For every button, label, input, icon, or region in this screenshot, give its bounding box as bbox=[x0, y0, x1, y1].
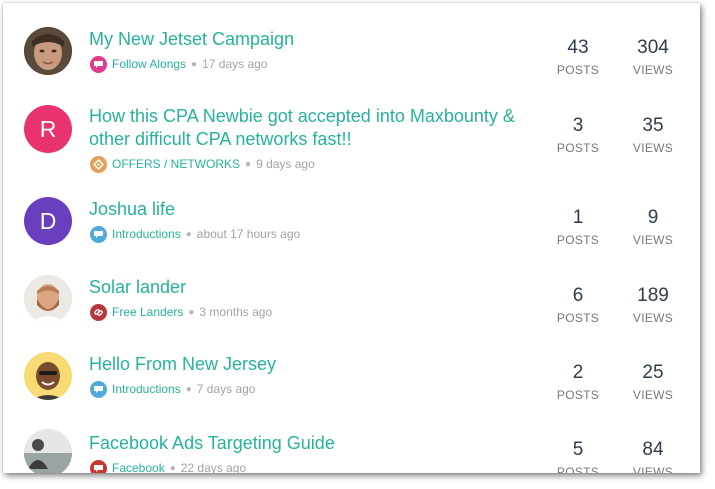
chat-bubble-icon bbox=[90, 380, 107, 398]
posts-count: 3 POSTS bbox=[548, 115, 608, 155]
posts-number: 2 bbox=[572, 362, 584, 383]
views-label: VIEWS bbox=[632, 63, 674, 77]
views-count: 189 VIEWS bbox=[623, 285, 683, 325]
category-link[interactable]: Follow Alongs bbox=[112, 57, 186, 71]
separator-dot: ● bbox=[191, 58, 198, 70]
posts-count: 5 POSTS bbox=[548, 439, 608, 473]
views-count: 9 VIEWS bbox=[623, 207, 683, 247]
avatar[interactable]: R bbox=[24, 105, 72, 153]
posts-count: 6 POSTS bbox=[548, 285, 608, 325]
avatar[interactable] bbox=[24, 275, 72, 323]
separator-dot: ● bbox=[185, 228, 192, 240]
avatar[interactable] bbox=[24, 352, 72, 400]
posts-number: 3 bbox=[572, 115, 584, 136]
topic-row[interactable]: My New Jetset Campaign Follow Alongs ● 1… bbox=[3, 3, 700, 81]
topic-meta: Introductions ● 7 days ago bbox=[90, 380, 255, 398]
posts-label: POSTS bbox=[556, 233, 600, 247]
topic-row[interactable]: R How this CPA Newbie got accepted into … bbox=[3, 103, 700, 181]
topic-list: My New Jetset Campaign Follow Alongs ● 1… bbox=[3, 3, 700, 473]
link-icon bbox=[90, 303, 107, 321]
topic-time: 17 days ago bbox=[202, 57, 268, 71]
separator-dot: ● bbox=[188, 306, 195, 318]
views-number: 35 bbox=[642, 115, 664, 136]
topic-meta: Facebook ● 22 days ago bbox=[90, 459, 246, 473]
views-number: 25 bbox=[642, 362, 664, 383]
views-number: 9 bbox=[647, 207, 659, 228]
category-link[interactable]: Introductions bbox=[112, 382, 181, 396]
views-count: 84 VIEWS bbox=[623, 439, 683, 473]
topic-title[interactable]: How this CPA Newbie got accepted into Ma… bbox=[89, 105, 529, 151]
avatar[interactable]: D bbox=[24, 197, 72, 245]
separator-dot: ● bbox=[245, 158, 252, 170]
topic-row[interactable]: Solar lander Free Landers ● 3 months ago… bbox=[3, 273, 700, 351]
views-label: VIEWS bbox=[632, 233, 674, 247]
topic-row[interactable]: Facebook Ads Targeting Guide Facebook ● … bbox=[3, 427, 700, 473]
avatar-letter: R bbox=[39, 115, 57, 142]
category-link[interactable]: OFFERS / NETWORKS bbox=[112, 157, 240, 171]
topic-row[interactable]: Hello From New Jersey Introductions ● 7 … bbox=[3, 350, 700, 428]
views-number: 304 bbox=[637, 37, 669, 58]
topic-meta: OFFERS / NETWORKS ● 9 days ago bbox=[90, 155, 315, 173]
posts-number: 43 bbox=[567, 37, 589, 58]
posts-count: 43 POSTS bbox=[548, 37, 608, 77]
posts-number: 6 bbox=[572, 285, 584, 306]
topic-meta: Free Landers ● 3 months ago bbox=[90, 303, 272, 321]
views-label: VIEWS bbox=[632, 311, 674, 325]
topic-meta: Follow Alongs ● 17 days ago bbox=[90, 55, 267, 73]
topic-time: 7 days ago bbox=[196, 382, 256, 396]
posts-number: 5 bbox=[572, 439, 584, 460]
views-count: 25 VIEWS bbox=[623, 362, 683, 402]
posts-label: POSTS bbox=[556, 63, 600, 77]
category-link[interactable]: Introductions bbox=[112, 227, 181, 241]
category-link[interactable]: Free Landers bbox=[112, 305, 183, 319]
separator-dot: ● bbox=[185, 383, 192, 395]
avatar-letter: D bbox=[39, 207, 57, 234]
views-label: VIEWS bbox=[632, 465, 674, 473]
views-number: 189 bbox=[637, 285, 669, 306]
chat-bubble-icon bbox=[90, 459, 107, 473]
topic-time: 3 months ago bbox=[199, 305, 273, 319]
diamond-tag-icon bbox=[90, 155, 107, 173]
topic-time: about 17 hours ago bbox=[196, 227, 301, 241]
chat-bubble-icon bbox=[90, 55, 107, 73]
topic-title[interactable]: Facebook Ads Targeting Guide bbox=[89, 432, 529, 455]
posts-count: 1 POSTS bbox=[548, 207, 608, 247]
chat-bubble-icon bbox=[90, 225, 107, 243]
views-count: 35 VIEWS bbox=[623, 115, 683, 155]
topic-row[interactable]: D Joshua life Introductions ● about 17 h… bbox=[3, 195, 700, 273]
avatar[interactable] bbox=[24, 429, 72, 473]
views-label: VIEWS bbox=[632, 141, 674, 155]
posts-label: POSTS bbox=[556, 388, 600, 402]
posts-label: POSTS bbox=[556, 311, 600, 325]
separator-dot: ● bbox=[169, 462, 176, 474]
topic-title[interactable]: Solar lander bbox=[89, 276, 529, 299]
topic-meta: Introductions ● about 17 hours ago bbox=[90, 225, 300, 243]
topic-time: 9 days ago bbox=[256, 157, 315, 171]
topic-title[interactable]: Joshua life bbox=[89, 198, 529, 221]
posts-number: 1 bbox=[572, 207, 584, 228]
topic-title[interactable]: My New Jetset Campaign bbox=[89, 28, 529, 51]
posts-label: POSTS bbox=[556, 141, 600, 155]
views-label: VIEWS bbox=[632, 388, 674, 402]
views-count: 304 VIEWS bbox=[623, 37, 683, 77]
avatar[interactable] bbox=[24, 27, 72, 75]
topic-time: 22 days ago bbox=[180, 461, 247, 473]
category-link[interactable]: Facebook bbox=[112, 461, 165, 473]
views-number: 84 bbox=[642, 439, 664, 460]
posts-count: 2 POSTS bbox=[548, 362, 608, 402]
posts-label: POSTS bbox=[556, 465, 600, 473]
topic-title[interactable]: Hello From New Jersey bbox=[89, 353, 529, 376]
